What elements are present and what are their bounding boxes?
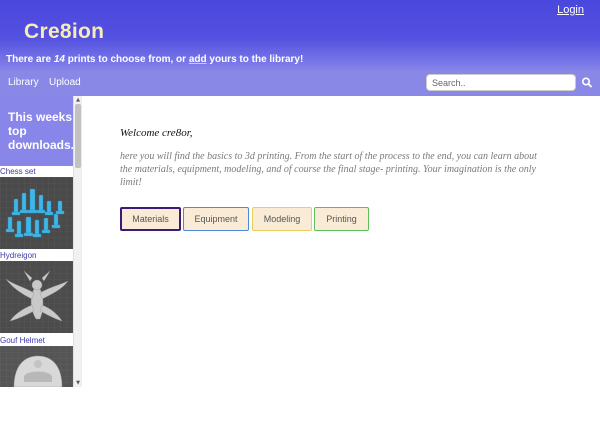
intro-paragraph: here you will find the basics to 3d prin…: [120, 151, 537, 188]
sidebar-heading: This weeks top downloads.: [8, 110, 74, 152]
content-divider: [81, 96, 82, 387]
tagline-prefix: There are: [6, 54, 54, 65]
gouf-helmet-thumbnail[interactable]: [0, 346, 73, 387]
sidebar-scrollbar[interactable]: ▲ ▼: [73, 96, 81, 387]
tagline: There are 14 prints to choose from, or a…: [6, 54, 303, 65]
brand-logo[interactable]: Cre8ion: [24, 20, 104, 44]
printing-button[interactable]: Printing: [314, 207, 369, 231]
hydreigon-thumbnail[interactable]: [0, 261, 73, 333]
download-label-chess-set[interactable]: Chess set: [0, 167, 36, 176]
download-label-gouf-helmet[interactable]: Gouf Helmet: [0, 336, 45, 345]
sidebar-heading-box: This weeks top downloads.: [0, 96, 74, 166]
login-link[interactable]: Login: [557, 4, 584, 16]
search-input[interactable]: [426, 74, 576, 91]
top-downloads-sidebar: This weeks top downloads. Chess set Hydr…: [0, 96, 81, 387]
hydreigon-icon: [0, 261, 73, 333]
nav-item-upload[interactable]: Upload: [49, 77, 81, 88]
welcome-heading: Welcome cre8or,: [120, 127, 193, 139]
equipment-button[interactable]: Equipment: [183, 207, 249, 231]
nav-bar: Library Upload: [0, 70, 600, 96]
download-label-hydreigon[interactable]: Hydreigon: [0, 251, 36, 260]
chess-set-thumbnail[interactable]: [0, 177, 73, 249]
search-icon: [581, 77, 592, 88]
chess-set-icon: [0, 177, 73, 249]
print-count: 14: [53, 54, 65, 65]
add-print-link[interactable]: add: [189, 54, 207, 65]
tagline-middle: prints to choose from, or: [64, 54, 189, 65]
materials-button[interactable]: Materials: [120, 207, 181, 231]
search-button[interactable]: [580, 75, 594, 90]
gouf-helmet-icon: [0, 346, 73, 387]
site-header: Cre8ion Login There are 14 prints to cho…: [0, 0, 600, 70]
tagline-suffix: yours to the library!: [206, 54, 304, 65]
modeling-button[interactable]: Modeling: [252, 207, 312, 231]
nav-item-library[interactable]: Library: [8, 77, 39, 88]
